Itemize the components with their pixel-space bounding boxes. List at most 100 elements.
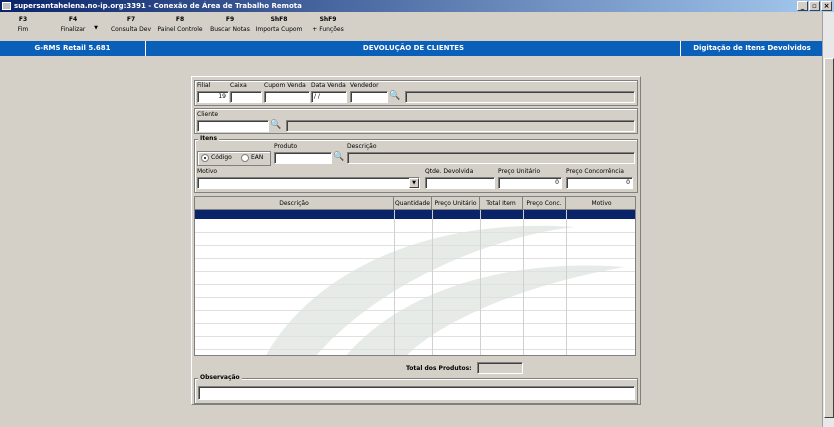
total-produtos-label: Total dos Produtos:	[406, 365, 472, 372]
toolbar-label: Painel Controle	[157, 26, 203, 33]
toolbar-button-mais-funcoes[interactable]: ShF9 + Funções	[309, 16, 347, 33]
toolbar-key: ShF9	[319, 16, 337, 23]
toolbar-label: Fim	[17, 26, 29, 33]
grid-row-line	[195, 310, 635, 311]
preco-unitario-label: Preço Unitário	[498, 168, 541, 175]
cliente-search-icon[interactable]: 🔍	[270, 120, 282, 132]
restore-icon[interactable]: ▫	[809, 1, 820, 11]
screen-header: G-RMS Retail 5.681 DEVOLUÇÃO DE CLIENTES…	[0, 41, 822, 56]
watermark-logo	[266, 225, 625, 355]
vendedor-name-display	[405, 91, 635, 103]
cliente-label: Cliente	[197, 111, 219, 118]
window-title: supersantahelena.no-ip.org:3391 - Conexã…	[14, 2, 302, 10]
radio-codigo-label: Código	[211, 154, 232, 161]
grid-row-line	[195, 258, 635, 259]
column-preco-unitario[interactable]: Preço Unitário	[432, 197, 480, 210]
grid-row-line	[195, 297, 635, 298]
qtde-devolvida-input[interactable]	[425, 177, 495, 189]
column-descricao[interactable]: Descrição	[195, 197, 394, 210]
close-icon[interactable]: ×	[821, 1, 832, 11]
descricao-label: Descrição	[347, 143, 377, 150]
cupom-venda-label: Cupom Venda	[264, 82, 306, 89]
toolbar-button-fim[interactable]: F3 Fim	[8, 16, 38, 33]
toolbar-button-consulta-dev[interactable]: F7 Consulta Dev	[108, 16, 154, 33]
toolbar-label: + Funções	[312, 26, 344, 33]
filial-input[interactable]: 19	[197, 91, 229, 103]
grid-row-line	[195, 284, 635, 285]
column-preco-conc[interactable]: Preço Conc.	[523, 197, 566, 210]
vendedor-label: Vendedor	[350, 82, 379, 89]
toolbar-key: F7	[126, 16, 136, 23]
vendedor-input[interactable]	[350, 91, 388, 103]
preco-unitario-input[interactable]: 0	[498, 177, 562, 189]
column-total-item[interactable]: Total Item	[480, 197, 523, 210]
column-motivo[interactable]: Motivo	[566, 197, 635, 210]
caixa-input[interactable]	[230, 91, 262, 103]
cliente-input[interactable]	[197, 120, 269, 132]
remote-desktop-icon	[2, 2, 11, 10]
toolbar-label: Consulta Dev	[110, 26, 152, 33]
data-venda-input[interactable]: / /	[311, 91, 347, 103]
radio-codigo[interactable]	[201, 154, 209, 162]
dropdown-arrow-icon[interactable]: ▼	[94, 25, 98, 31]
grid-selected-row[interactable]	[195, 210, 635, 219]
qtde-devolvida-label: Qtde. Devolvida	[425, 168, 474, 175]
toolbar-key: F8	[175, 16, 185, 23]
grid-col-line	[480, 210, 481, 355]
grid-col-line	[566, 210, 567, 355]
radio-ean[interactable]	[241, 154, 249, 162]
grid-row-line	[195, 245, 635, 246]
toolbar-key: F3	[18, 16, 28, 23]
toolbar-key: F4	[68, 16, 78, 23]
grid-row-line	[195, 349, 635, 350]
scrollbar-thumb[interactable]	[824, 58, 834, 418]
toolbar-button-buscar-notas[interactable]: F9 Buscar Notas	[208, 16, 252, 33]
produto-input[interactable]	[274, 152, 332, 164]
produto-search-icon[interactable]: 🔍	[333, 152, 345, 164]
app-version: G-RMS Retail 5.681	[0, 41, 146, 56]
screen-mode: Digitação de Itens Devolvidos	[693, 44, 811, 52]
chevron-down-icon[interactable]: ▼	[409, 178, 419, 188]
toolbar-key: ShF8	[270, 16, 288, 23]
toolbar-key: F9	[225, 16, 235, 23]
observacao-label: Observação	[198, 374, 242, 381]
data-venda-label: Data Venda	[311, 82, 346, 89]
grid-col-line	[394, 210, 395, 355]
grid-header: Descrição Quantidade Preço Unitário Tota…	[195, 197, 635, 210]
preco-concorrencia-input[interactable]: 0	[566, 177, 633, 189]
toolbar-label: Finalizar	[60, 26, 86, 33]
observacao-input[interactable]	[198, 386, 635, 400]
toolbar-button-importa-cupom[interactable]: ShF8 Importa Cupom	[255, 16, 303, 33]
preco-concorrencia-label: Preço Concorrência	[566, 168, 624, 175]
toolbar-label: Importa Cupom	[255, 26, 303, 33]
filial-label: Filial	[197, 82, 211, 89]
grid-row-line	[195, 232, 635, 233]
toolbar-button-painel-controle[interactable]: F8 Painel Controle	[156, 16, 204, 33]
motivo-select[interactable]: ▼	[197, 177, 420, 189]
grid-row-line	[195, 323, 635, 324]
minimize-icon[interactable]: _	[797, 1, 808, 11]
window-controls: _ ▫ ×	[797, 1, 832, 11]
itens-grid[interactable]: Descrição Quantidade Preço Unitário Tota…	[194, 196, 636, 356]
screen-title: DEVOLUÇÃO DE CLIENTES	[147, 41, 681, 56]
toolbar-label: Buscar Notas	[210, 26, 250, 33]
caixa-label: Caixa	[230, 82, 247, 89]
cupom-venda-input[interactable]	[264, 91, 310, 103]
column-quantidade[interactable]: Quantidade	[394, 197, 432, 210]
toolbar-button-finalizar[interactable]: F4 Finalizar ▼	[56, 16, 98, 33]
function-toolbar: F3 Fim F4 Finalizar ▼ F7 Consulta Dev F8…	[0, 12, 834, 40]
total-produtos-display	[477, 362, 523, 374]
grid-row-line	[195, 271, 635, 272]
grid-col-line	[432, 210, 433, 355]
grid-row-line	[195, 336, 635, 337]
motivo-label: Motivo	[197, 168, 218, 175]
descricao-display	[347, 152, 635, 164]
produto-label: Produto	[274, 143, 298, 150]
window-titlebar: supersantahelena.no-ip.org:3391 - Conexã…	[0, 0, 834, 12]
grid-col-line	[523, 210, 524, 355]
vendedor-search-icon[interactable]: 🔍	[389, 91, 401, 103]
radio-ean-label: EAN	[251, 154, 264, 161]
vertical-scrollbar[interactable]	[822, 12, 834, 427]
cliente-name-display	[286, 120, 635, 132]
itens-group-label: Itens	[198, 135, 220, 142]
